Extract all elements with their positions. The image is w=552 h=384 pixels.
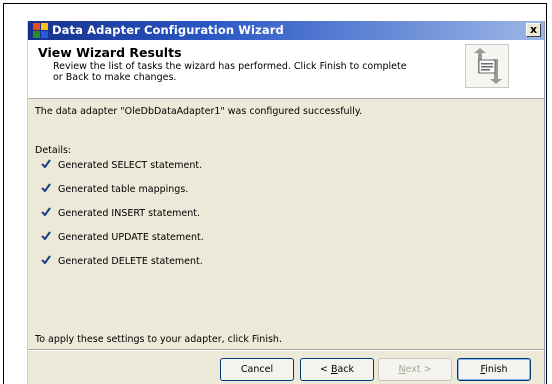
list-item: Generated INSERT statement. (41, 207, 200, 221)
next-button-mnemonic: N (398, 364, 406, 375)
list-item-label: Generated INSERT statement. (58, 208, 201, 219)
finish-button[interactable]: Finish (457, 358, 531, 381)
checkmark-icon (41, 183, 51, 193)
next-button-label: ext > (405, 364, 432, 375)
results-panel: The data adapter "OleDbDataAdapter1" was… (28, 99, 544, 349)
window-title: Data Adapter Configuration Wizard (52, 23, 284, 37)
cancel-button[interactable]: Cancel (220, 358, 294, 381)
wizard-dialog: Data Adapter Configuration Wizard x View… (27, 21, 545, 384)
list-item: Generated SELECT statement. (41, 159, 202, 173)
list-item-label: Generated DELETE statement. (58, 256, 203, 267)
list-item: Generated table mappings. (41, 183, 188, 197)
refresh-document-icon (465, 44, 509, 88)
next-button[interactable]: Next > (378, 358, 452, 381)
back-button-label: ack (337, 364, 355, 375)
footer-message: To apply these settings to your adapter,… (35, 334, 282, 345)
title-bar[interactable]: Data Adapter Configuration Wizard x (28, 21, 544, 40)
page-title: View Wizard Results (38, 45, 182, 60)
list-item: Generated UPDATE statement. (41, 231, 204, 245)
list-item-label: Generated table mappings. (58, 184, 189, 195)
page-description: Review the list of tasks the wizard has … (53, 61, 407, 83)
close-icon: x (529, 23, 538, 36)
back-button-prefix: < (319, 364, 331, 375)
button-separator (28, 349, 544, 351)
checkmark-icon (41, 231, 51, 241)
wizard-header: View Wizard Results Review the list of t… (28, 40, 544, 99)
finish-button-label: inish (485, 364, 508, 375)
checkmark-icon (41, 255, 51, 265)
close-button[interactable]: x (526, 23, 541, 37)
wizard-app-icon (33, 23, 48, 38)
list-item-label: Generated UPDATE statement. (58, 232, 204, 243)
details-label: Details: (35, 145, 72, 156)
success-message: The data adapter "OleDbDataAdapter1" was… (35, 106, 363, 117)
cancel-button-label: Cancel (240, 364, 274, 375)
list-item-label: Generated SELECT statement. (58, 160, 203, 171)
checkmark-icon (41, 159, 51, 169)
list-item: Generated DELETE statement. (41, 255, 203, 269)
back-button[interactable]: < Back (300, 358, 374, 381)
checkmark-icon (41, 207, 51, 217)
